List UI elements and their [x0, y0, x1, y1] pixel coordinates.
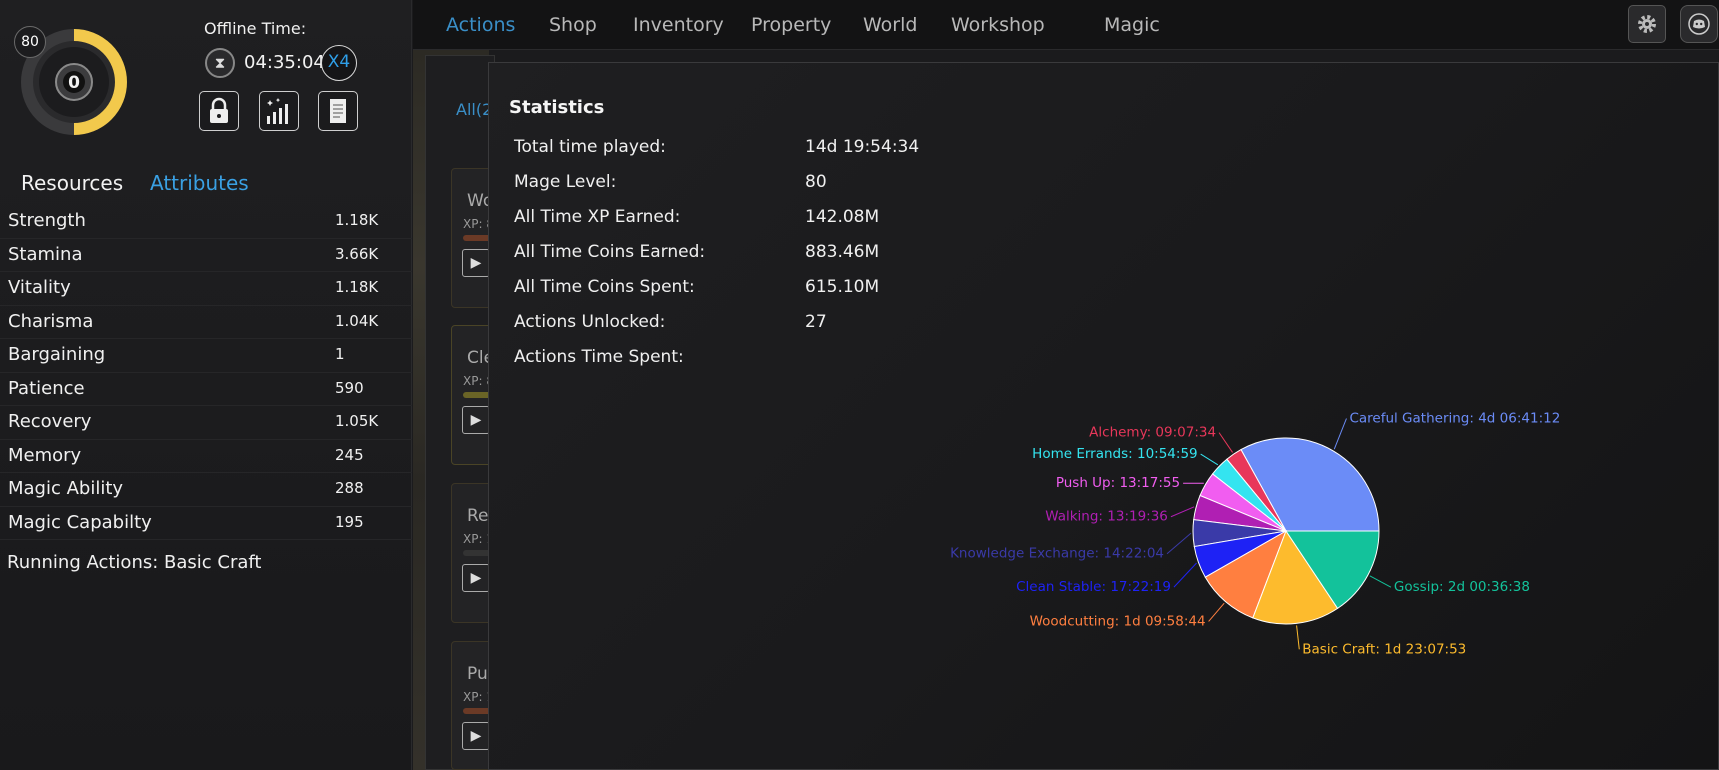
- nav-world[interactable]: World: [863, 14, 917, 36]
- gear-icon: [1638, 15, 1656, 33]
- play-icon[interactable]: ▶: [462, 722, 490, 750]
- pie-leader-line: [1200, 453, 1219, 466]
- action-card-title: Re: [467, 506, 489, 526]
- attribute-name: Charisma: [8, 310, 94, 332]
- bar-chart-sparkle-icon: [267, 98, 288, 124]
- attribute-row: Magic Capabilty 195: [0, 507, 412, 540]
- pie-slice-label: Basic Craft: 1d 23:07:53: [1302, 641, 1466, 657]
- play-icon[interactable]: ▶: [462, 564, 490, 592]
- attribute-value: 1.05K: [335, 412, 379, 430]
- actions-time-pie-chart: Careful Gathering: 4d 06:41:12 Alchemy: 0…: [950, 410, 1560, 657]
- offline-time-label: Offline Time:: [204, 19, 307, 38]
- pie-slice-label: Alchemy: 09:07:34: [1089, 425, 1216, 441]
- pie-leader-line: [1296, 625, 1300, 650]
- pie-leader-line: [1170, 506, 1195, 518]
- pie-slice-label: Woodcutting: 1d 09:58:44: [1030, 613, 1206, 629]
- attribute-value: 245: [335, 445, 364, 464]
- attribute-value: 3.66K: [335, 244, 379, 263]
- log-button[interactable]: [318, 91, 358, 131]
- nav-actions[interactable]: Actions: [446, 14, 515, 36]
- attribute-row: Vitality 1.18K: [0, 272, 412, 306]
- pie-slice-label: Gossip: 2d 00:36:38: [1394, 579, 1530, 595]
- pie-leader-line: [1173, 562, 1197, 588]
- attribute-value: 1.04K: [335, 311, 379, 330]
- tab-attributes[interactable]: Attributes: [150, 171, 249, 195]
- attribute-value: 1.18K: [335, 211, 379, 229]
- attribute-row: Patience 590: [0, 373, 412, 406]
- attribute-row: Memory 245: [0, 440, 412, 473]
- pie-leader-line: [1369, 575, 1392, 588]
- statistics-button[interactable]: [259, 91, 299, 131]
- speed-multiplier-button[interactable]: X4: [321, 45, 357, 81]
- attribute-name: Recovery: [8, 411, 92, 432]
- sidebar: 0 80 Offline Time: ⧗ 04:35:04 X4 Resourc…: [0, 0, 412, 770]
- attribute-name: Bargaining: [8, 344, 106, 365]
- pie-slice-label: Push Up: 13:17:55: [1056, 475, 1180, 491]
- attribute-name: Magic Capabilty: [8, 511, 152, 533]
- attribute-row: Magic Ability 288: [0, 473, 412, 507]
- top-navigation: Actions Shop Inventory Property World Wo…: [413, 0, 1719, 50]
- pie-leader-line: [1218, 432, 1233, 453]
- attribute-name: Stamina: [8, 243, 83, 265]
- hourglass-icon: ⧗: [205, 48, 235, 78]
- nav-inventory[interactable]: Inventory: [633, 14, 724, 36]
- nav-magic[interactable]: Magic: [1104, 14, 1160, 36]
- attribute-row: Stamina 3.66K: [0, 239, 412, 272]
- tab-resources[interactable]: Resources: [21, 171, 123, 195]
- pie-leader-line: [1166, 532, 1192, 555]
- pie-slice-label: Clean Stable: 17:22:19: [1016, 579, 1171, 595]
- pie-slice-label: Walking: 13:19:36: [1045, 509, 1168, 525]
- attribute-name: Patience: [8, 377, 85, 399]
- lock-button[interactable]: [199, 91, 239, 131]
- offline-time-value: 04:35:04: [244, 52, 325, 73]
- pie-leader-line: [1333, 418, 1347, 450]
- level-center-value: 0: [68, 73, 80, 93]
- discord-icon: [1688, 13, 1710, 35]
- pie-slice-label: Knowledge Exchange: 14:22:04: [950, 546, 1164, 562]
- attribute-value: 590: [335, 378, 364, 397]
- action-card-title: Pu: [467, 664, 488, 684]
- attribute-list: Strength 1.18K Stamina 3.66K Vitality 1.18K…: [0, 205, 412, 540]
- nav-property[interactable]: Property: [751, 14, 831, 36]
- attribute-value: 288: [335, 479, 364, 497]
- statistics-modal: Statistics Total time played: 14d 19:54:…: [488, 62, 1719, 770]
- settings-button[interactable]: [1628, 5, 1666, 43]
- running-actions-status: Running Actions: Basic Craft: [7, 552, 262, 573]
- attribute-name: Memory: [8, 444, 82, 466]
- attribute-value: 195: [335, 512, 364, 531]
- nav-shop[interactable]: Shop: [549, 14, 597, 36]
- discord-button[interactable]: [1680, 5, 1718, 43]
- attribute-row: Recovery 1.05K: [0, 406, 412, 440]
- play-icon[interactable]: ▶: [462, 249, 490, 277]
- document-icon: [330, 99, 346, 123]
- pie-slice-label: Home Errands: 10:54:59: [1032, 446, 1197, 462]
- pie-slice-label: Careful Gathering: 4d 06:41:12: [1349, 410, 1560, 426]
- attribute-value: 1.18K: [335, 278, 379, 296]
- tab-all[interactable]: All(2: [456, 100, 492, 119]
- pie-leader-line: [1208, 602, 1225, 622]
- play-icon[interactable]: ▶: [462, 406, 490, 434]
- nav-workshop[interactable]: Workshop: [951, 14, 1045, 36]
- attribute-row: Bargaining 1: [0, 339, 412, 373]
- lock-icon: [210, 97, 228, 123]
- attribute-row: Charisma 1.04K: [0, 306, 412, 339]
- level-badge: 80: [14, 26, 46, 58]
- attribute-name: Vitality: [8, 277, 71, 298]
- attribute-value: 1: [335, 345, 345, 363]
- attribute-name: Strength: [8, 210, 86, 231]
- attribute-row: Strength 1.18K: [0, 205, 412, 239]
- attribute-name: Magic Ability: [8, 478, 124, 499]
